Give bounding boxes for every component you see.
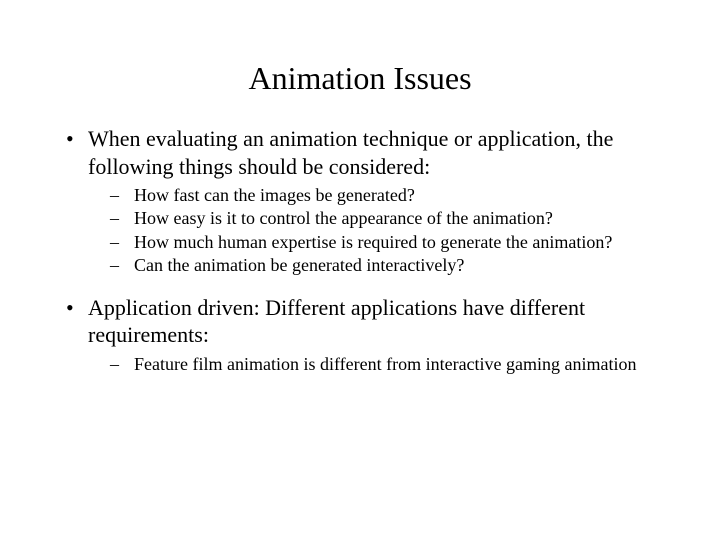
- sub-bullet-item: How fast can the images be generated?: [60, 184, 660, 207]
- sub-bullet-item: How easy is it to control the appearance…: [60, 207, 660, 230]
- sub-bullet-item: How much human expertise is required to …: [60, 231, 660, 254]
- bullet-item: Application driven: Different applicatio…: [60, 294, 660, 349]
- slide-title: Animation Issues: [60, 60, 660, 97]
- sub-bullet-item: Can the animation be generated interacti…: [60, 254, 660, 277]
- bullet-item: When evaluating an animation technique o…: [60, 125, 660, 180]
- sub-bullet-block: How fast can the images be generated? Ho…: [60, 184, 660, 278]
- sub-bullet-item: Feature film animation is different from…: [60, 353, 660, 376]
- sub-bullet-block: Feature film animation is different from…: [60, 353, 660, 376]
